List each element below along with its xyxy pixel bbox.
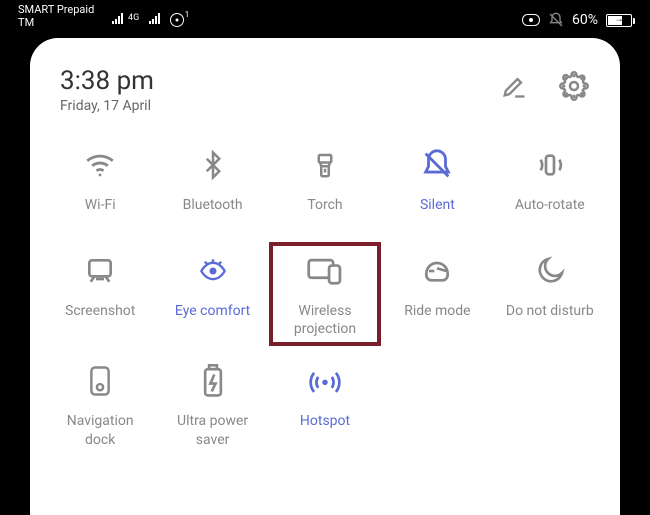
status-carriers: SMART Prepaid TM <box>18 4 94 29</box>
tile-wireless-projection[interactable]: Wireless projection <box>269 242 381 346</box>
eye-comfort-status-icon <box>522 14 540 26</box>
tile-label: Navigation dock <box>50 412 150 448</box>
wifi-icon <box>83 148 117 182</box>
tile-label: Do not disturb <box>506 302 594 320</box>
tile-navigation-dock[interactable]: Navigation dock <box>44 352 156 456</box>
clock-block[interactable]: 3:38 pm Friday, 17 April <box>60 66 154 114</box>
tile-label: Ride mode <box>404 302 470 320</box>
quick-settings-grid: Wi-Fi Bluetooth Torch Silent Auto-rotate… <box>44 136 606 457</box>
tile-label: Auto-rotate <box>515 196 585 214</box>
screenshot-icon <box>84 255 116 287</box>
tile-screenshot[interactable]: Screenshot <box>44 242 156 346</box>
signal-icon-1: 4G <box>112 12 139 27</box>
battery-percent: 60% <box>572 12 598 28</box>
tile-label: Wi-Fi <box>85 196 116 214</box>
torch-icon <box>310 147 340 183</box>
carrier-1: SMART Prepaid <box>18 4 94 16</box>
rotate-icon <box>533 149 567 181</box>
battery-icon: → <box>606 14 632 27</box>
panel-time: 3:38 pm <box>60 66 154 96</box>
location-alert-icon <box>170 13 184 27</box>
tile-label: Torch <box>307 196 342 214</box>
signal-icon-2 <box>149 12 160 27</box>
network-badge: 4G <box>128 13 139 23</box>
edit-button[interactable] <box>498 70 530 102</box>
tile-ultra-power-saver[interactable]: Ultra power saver <box>156 352 268 456</box>
panel-header: 3:38 pm Friday, 17 April <box>44 66 606 132</box>
tile-do-not-disturb[interactable]: Do not disturb <box>494 242 606 346</box>
settings-button[interactable] <box>558 70 590 102</box>
tile-label: Hotspot <box>300 412 350 430</box>
bell-off-icon <box>420 148 454 182</box>
tile-label: Eye comfort <box>175 302 250 320</box>
moon-icon <box>534 255 566 287</box>
tile-label: Ultra power saver <box>163 412 263 448</box>
tile-bluetooth[interactable]: Bluetooth <box>156 136 268 236</box>
status-right-icons: 60% → <box>522 12 632 28</box>
quick-settings-panel: 3:38 pm Friday, 17 April Wi-Fi <box>30 38 620 515</box>
tile-silent[interactable]: Silent <box>381 136 493 236</box>
tile-label: Bluetooth <box>183 196 243 214</box>
tile-auto-rotate[interactable]: Auto-rotate <box>494 136 606 236</box>
battery-bolt-icon <box>201 364 225 398</box>
pencil-icon <box>500 72 528 100</box>
tile-hotspot[interactable]: Hotspot <box>269 352 381 456</box>
tile-wifi[interactable]: Wi-Fi <box>44 136 156 236</box>
tile-eye-comfort[interactable]: Eye comfort <box>156 242 268 346</box>
tile-label: Wireless projection <box>275 302 375 338</box>
eye-icon <box>195 257 231 285</box>
gear-icon <box>559 71 589 101</box>
tile-ride-mode[interactable]: Ride mode <box>381 242 493 346</box>
carrier-2: TM <box>18 17 94 29</box>
nav-dock-icon <box>87 365 113 397</box>
silent-status-icon <box>548 12 564 28</box>
panel-date: Friday, 17 April <box>60 98 154 114</box>
tile-label: Silent <box>420 196 455 214</box>
status-left-icons: 4G <box>112 12 184 27</box>
tile-torch[interactable]: Torch <box>269 136 381 236</box>
wireless-projection-icon <box>306 255 344 287</box>
helmet-icon <box>421 255 453 287</box>
hotspot-icon <box>308 366 342 396</box>
status-bar: SMART Prepaid TM 4G 60% → <box>0 0 650 38</box>
tile-label: Screenshot <box>65 302 135 320</box>
bluetooth-icon <box>198 148 228 182</box>
